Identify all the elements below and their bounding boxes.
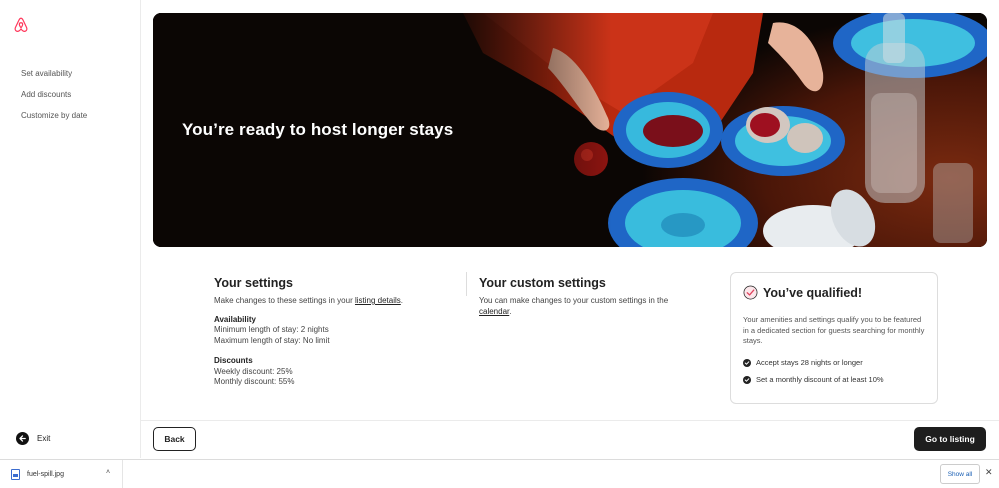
weekly-discount-text: Weekly discount: 25%: [214, 366, 293, 376]
check-circle-icon: [743, 358, 751, 367]
min-stay-text: Minimum length of stay: 2 nights: [214, 325, 329, 334]
custom-settings-section: Your custom settings You can make change…: [479, 276, 669, 317]
arrow-left-icon: [16, 432, 29, 445]
section-divider: [466, 272, 467, 296]
qualified-check-item: Set a monthly discount of at least 10%: [743, 375, 884, 384]
your-settings-subtitle: Make changes to these settings in your l…: [214, 296, 414, 307]
show-all-button[interactable]: Show all: [940, 464, 980, 484]
sidebar-item-set-availability[interactable]: Set availability: [21, 69, 72, 78]
chevron-up-icon[interactable]: ˄: [106, 469, 110, 476]
download-bar: fuel-spill.jpg ˄ Show all ✕: [0, 459, 999, 488]
image-file-icon: [11, 468, 20, 480]
back-button[interactable]: Back: [153, 427, 196, 451]
sidebar-item-customize-by-date[interactable]: Customize by date: [21, 111, 87, 120]
monthly-discount-text: Monthly discount: 55%: [214, 377, 295, 386]
qualified-check-item: Accept stays 28 nights or longer: [743, 358, 863, 367]
discounts-title: Discounts: [214, 356, 253, 365]
availability-title: Availability: [214, 314, 256, 324]
max-stay-text: Maximum length of stay: No limit: [214, 335, 330, 345]
custom-settings-suffix: .: [509, 306, 512, 316]
qualified-description: Your amenities and settings qualify you …: [743, 315, 925, 345]
qualified-header: You’ve qualified!: [743, 285, 862, 300]
sidebar-item-add-discounts[interactable]: Add discounts: [21, 90, 71, 99]
hero-image: You’re ready to host longer stays: [153, 13, 987, 247]
listing-details-link[interactable]: listing details: [355, 296, 401, 305]
subtitle-suffix: .: [400, 296, 404, 305]
airbnb-logo-icon[interactable]: [12, 16, 30, 34]
custom-settings-text: You can make changes to your custom sett…: [479, 296, 669, 317]
badge-check-icon: [743, 285, 758, 300]
sidebar: Set availability Add discounts Customize…: [0, 0, 141, 458]
check-item-text: Set a monthly discount of at least 10%: [756, 375, 884, 384]
close-icon[interactable]: ✕: [985, 467, 993, 478]
footer-divider: [141, 420, 999, 421]
go-to-listing-button[interactable]: Go to listing: [914, 427, 986, 451]
your-settings-section: Your settings Make changes to these sett…: [214, 276, 414, 388]
hero-title: You’re ready to host longer stays: [182, 120, 454, 139]
check-circle-icon: [743, 375, 751, 384]
exit-button[interactable]: Exit: [16, 432, 50, 445]
your-settings-title: Your settings: [214, 276, 293, 290]
custom-settings-title: Your custom settings: [479, 276, 606, 290]
qualified-title: You’ve qualified!: [763, 285, 863, 300]
exit-label: Exit: [37, 434, 51, 443]
subtitle-text: Make changes to these settings in your: [214, 296, 355, 305]
qualified-card: You’ve qualified! Your amenities and set…: [730, 272, 938, 404]
download-item[interactable]: fuel-spill.jpg ˄: [0, 460, 123, 488]
calendar-link[interactable]: calendar: [479, 307, 509, 316]
download-file-name: fuel-spill.jpg: [27, 470, 64, 478]
check-item-text: Accept stays 28 nights or longer: [756, 358, 863, 367]
main-content: You’re ready to host longer stays Your s…: [141, 0, 999, 458]
custom-settings-text-body: You can make changes to your custom sett…: [479, 296, 669, 305]
